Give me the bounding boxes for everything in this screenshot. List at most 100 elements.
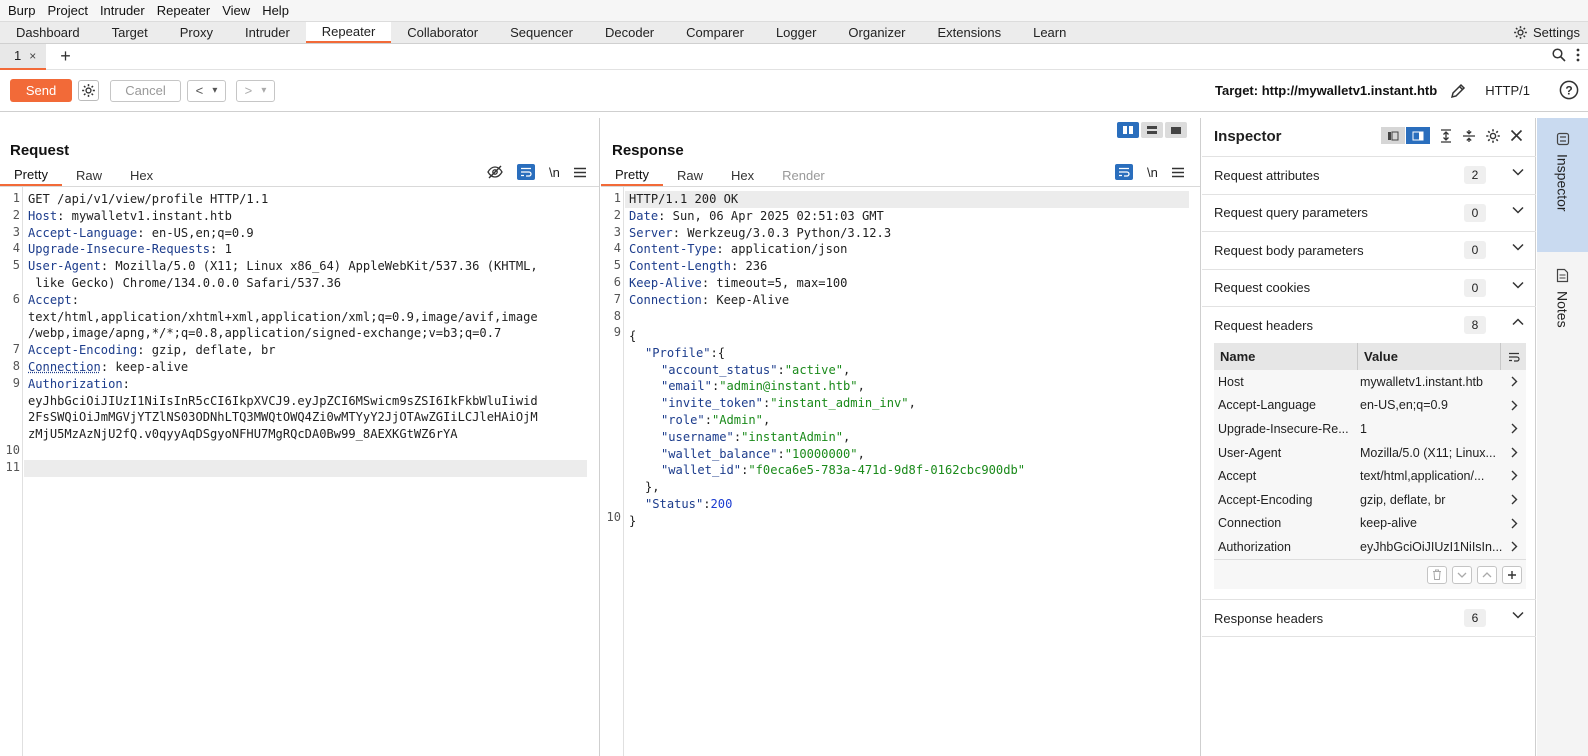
delete-header-button[interactable] <box>1427 565 1447 584</box>
header-row[interactable]: Upgrade-Insecure-Re... 1 <box>1214 417 1526 441</box>
chevron-down-icon[interactable] <box>1512 281 1524 289</box>
hide-eye-icon[interactable] <box>487 165 503 179</box>
inspector-layout-list-button[interactable] <box>1381 127 1405 144</box>
chevron-down-icon[interactable] <box>1512 611 1524 619</box>
tab-extensions[interactable]: Extensions <box>922 22 1018 43</box>
tab-decoder[interactable]: Decoder <box>589 22 670 43</box>
tab-collaborator[interactable]: Collaborator <box>391 22 494 43</box>
response-tab-render[interactable]: Render <box>768 164 839 186</box>
tab-proxy[interactable]: Proxy <box>164 22 229 43</box>
inspector-layout-panel-button[interactable] <box>1406 127 1430 144</box>
expand-all-icon[interactable] <box>1439 128 1453 143</box>
cancel-button[interactable]: Cancel <box>110 79 181 102</box>
section-count: 2 <box>1464 166 1486 184</box>
tab-dashboard[interactable]: Dashboard <box>0 22 96 43</box>
chevron-up-icon[interactable] <box>1512 318 1524 326</box>
add-tab-button[interactable]: + <box>60 46 71 67</box>
menu-item-burp[interactable]: Burp <box>2 3 41 18</box>
close-icon[interactable]: × <box>29 49 36 63</box>
forward-dropdown-icon[interactable]: ▾ <box>261 85 266 96</box>
inspector-section-request-query-parameters[interactable]: Request query parameters 0 <box>1202 193 1536 231</box>
response-tab-hex[interactable]: Hex <box>717 164 768 186</box>
menu-icon[interactable] <box>573 167 586 178</box>
menu-icon[interactable] <box>1171 167 1184 178</box>
tab-target[interactable]: Target <box>96 22 164 43</box>
header-row[interactable]: Authorization eyJhbGciOiJIUzI1NiIsIn... <box>1214 535 1526 559</box>
chevron-right-icon[interactable] <box>1511 470 1518 481</box>
request-tab-raw[interactable]: Raw <box>62 164 116 186</box>
inspector-section-request-cookies[interactable]: Request cookies 0 <box>1202 268 1536 306</box>
tab-intruder[interactable]: Intruder <box>229 22 306 43</box>
help-button[interactable]: ? <box>1559 80 1579 103</box>
response-headers-section[interactable]: Response headers 6 <box>1202 599 1536 636</box>
newline-toggle[interactable]: \n <box>1147 165 1158 180</box>
header-row[interactable]: Accept-Encoding gzip, deflate, br <box>1214 488 1526 512</box>
inspector-section-request-body-parameters[interactable]: Request body parameters 0 <box>1202 231 1536 268</box>
search-icon[interactable] <box>1552 48 1566 62</box>
tab-repeater[interactable]: Repeater <box>305 22 392 43</box>
layout-tabs-button[interactable] <box>1165 122 1187 138</box>
header-row[interactable]: Accept text/html,application/... <box>1214 464 1526 488</box>
repeater-tab-1[interactable]: 1 × <box>0 43 47 70</box>
move-down-button[interactable] <box>1452 565 1472 584</box>
move-up-button[interactable] <box>1477 565 1497 584</box>
chevron-right-icon[interactable] <box>1511 541 1518 552</box>
name-column-header[interactable]: Name <box>1214 343 1358 370</box>
value-column-header[interactable]: Value <box>1358 349 1398 364</box>
collapse-all-icon[interactable] <box>1462 129 1476 143</box>
edit-pencil-icon[interactable] <box>1449 82 1467 100</box>
request-tab-hex[interactable]: Hex <box>116 164 167 186</box>
back-dropdown-icon[interactable]: ▾ <box>212 85 217 96</box>
add-header-button[interactable] <box>1502 565 1522 584</box>
sidebar-tab-inspector[interactable]: Inspector <box>1537 118 1588 252</box>
send-options-button[interactable] <box>78 80 99 101</box>
chevron-right-icon[interactable] <box>1511 447 1518 458</box>
tab-comparer[interactable]: Comparer <box>670 22 760 43</box>
request-editor[interactable]: 1 2 3 4 5 6 7 8 9 10 11 GET /api/v1/view/profile HT… <box>0 186 599 756</box>
tab-sequencer[interactable]: Sequencer <box>494 22 589 43</box>
request-tab-pretty[interactable]: Pretty <box>0 164 62 186</box>
chevron-right-icon[interactable] <box>1511 518 1518 529</box>
layout-side-by-side-button[interactable] <box>1117 122 1139 138</box>
chevron-right-icon[interactable] <box>1511 423 1518 434</box>
header-row[interactable]: User-Agent Mozilla/5.0 (X11; Linux... <box>1214 441 1526 465</box>
response-editor[interactable]: 1 2 3 4 5 6 7 8 9 10 HTTP/1.1 200 OK Date: Sun, 06 … <box>601 186 1200 756</box>
tab-learn[interactable]: Learn <box>1017 22 1082 43</box>
chevron-down-icon[interactable] <box>1512 206 1524 214</box>
newline-toggle[interactable]: \n <box>549 165 560 180</box>
inspector-section-request-attributes[interactable]: Request attributes 2 <box>1202 156 1536 193</box>
wrap-values-button[interactable] <box>1500 343 1526 370</box>
header-row[interactable]: Accept-Language en-US,en;q=0.9 <box>1214 394 1526 418</box>
header-row[interactable]: Connection keep-alive <box>1214 512 1526 536</box>
menu-item-view[interactable]: View <box>216 3 256 18</box>
repeater-toolbar: Send Cancel < ▾ > ▾ Target: http://mywal… <box>0 70 1588 112</box>
sidebar-tab-notes[interactable]: Notes <box>1537 256 1588 356</box>
forward-button[interactable]: > ▾ <box>236 79 275 102</box>
response-tab-raw[interactable]: Raw <box>663 164 717 186</box>
close-icon[interactable] <box>1510 129 1523 142</box>
menu-item-repeater[interactable]: Repeater <box>151 3 216 18</box>
send-button[interactable]: Send <box>10 79 72 102</box>
chevron-down-icon[interactable] <box>1512 243 1524 251</box>
tab-logger[interactable]: Logger <box>760 22 832 43</box>
word-wrap-button[interactable] <box>517 164 535 180</box>
inspector-section-request-headers[interactable]: Request headers 8 <box>1202 306 1536 343</box>
chevron-down-icon[interactable] <box>1512 168 1524 176</box>
back-button[interactable]: < ▾ <box>187 79 226 102</box>
json-sep: , <box>762 412 771 427</box>
chevron-right-icon[interactable] <box>1511 376 1518 387</box>
menu-item-project[interactable]: Project <box>41 3 93 18</box>
more-vertical-icon[interactable] <box>1576 48 1580 62</box>
header-row[interactable]: Host mywalletv1.instant.htb <box>1214 370 1526 394</box>
settings-button[interactable]: Settings <box>1513 22 1580 43</box>
layout-stacked-button[interactable] <box>1141 122 1163 138</box>
word-wrap-button[interactable] <box>1115 164 1133 180</box>
chevron-right-icon[interactable] <box>1511 494 1518 505</box>
tab-organizer[interactable]: Organizer <box>832 22 921 43</box>
response-tab-pretty[interactable]: Pretty <box>601 164 663 186</box>
chevron-right-icon[interactable] <box>1511 400 1518 411</box>
menu-item-help[interactable]: Help <box>256 3 295 18</box>
menu-item-intruder[interactable]: Intruder <box>94 3 151 18</box>
protocol-label[interactable]: HTTP/1 <box>1485 83 1530 98</box>
gear-icon[interactable] <box>1485 128 1501 144</box>
